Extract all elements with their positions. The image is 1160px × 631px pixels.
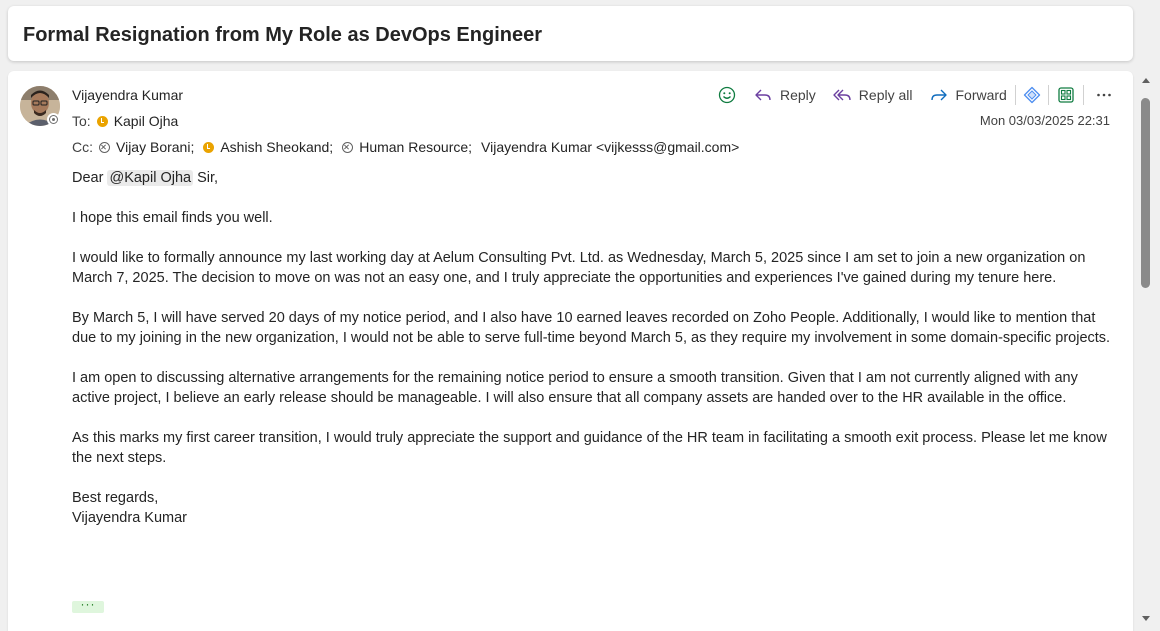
message-body: Dear @Kapil Ojha Sir, I hope this email … [72,168,1112,528]
recipient-name: Vijay Borani; [116,139,195,155]
sent-date: Mon 03/03/2025 22:31 [979,113,1110,128]
forward-icon [929,85,949,105]
recipient-name: Human Resource; [359,139,473,155]
reply-all-icon [832,85,852,105]
offline-status-icon [99,141,110,153]
away-status-icon [203,141,215,153]
apps-button[interactable] [1056,85,1076,105]
toolbar-divider [1014,85,1016,105]
more-actions-button[interactable] [1094,85,1114,105]
recipient-name: Vijayendra Kumar <vijkesss@gmail.com> [481,139,740,155]
greeting-prefix: Dear [72,170,108,186]
subject-header: Formal Resignation from My Role as DevOp… [8,6,1133,61]
away-status-icon [96,115,108,127]
body-paragraph: As this marks my first career transition… [72,430,1107,466]
greeting-suffix: Sir, [193,170,219,186]
cc-recipient[interactable]: Ashish Sheokand; [203,139,333,155]
to-recipient[interactable]: Kapil Ojha [96,113,179,129]
cc-recipient[interactable]: Vijay Borani; [99,139,194,155]
closing: Best regards, [72,490,159,506]
to-label: To: [72,113,91,129]
message-actions: Reply Reply all Forward [717,84,1114,106]
body-paragraph: I would like to formally announce my las… [72,250,1086,286]
reply-icon [753,85,773,105]
scroll-up-arrow-icon[interactable] [1142,78,1150,83]
more-icon [1094,85,1114,105]
copilot-icon [1022,85,1042,105]
forward-label: Forward [955,87,1007,103]
reply-all-label: Reply all [858,87,913,103]
mention-kapil-ojha[interactable]: @Kapil Ojha [107,170,194,186]
offline-status-icon [342,141,354,153]
copilot-button[interactable] [1022,85,1042,105]
cc-label: Cc: [72,139,93,155]
apps-icon [1056,85,1076,105]
vertical-scrollbar[interactable] [1138,71,1155,623]
reply-all-button[interactable]: Reply all [832,85,913,105]
email-subject: Formal Resignation from My Role as DevOp… [23,24,543,46]
cc-recipient[interactable]: Vijayendra Kumar <vijkesss@gmail.com> [481,139,739,155]
sender-name[interactable]: Vijayendra Kumar [72,87,183,103]
emoji-reaction-button[interactable] [717,85,737,105]
cc-recipient[interactable]: Human Resource; [342,139,472,155]
body-paragraph: By March 5, I will have served 20 days o… [72,310,1111,346]
cc-line: Cc: Vijay Borani; Ashish Sheokand; Human… [72,139,748,155]
show-trimmed-content-button[interactable]: ··· [72,598,104,613]
to-line: To: Kapil Ojha [72,113,187,129]
recipient-name: Kapil Ojha [113,113,179,129]
sender-presence-icon [47,113,60,126]
forward-button[interactable]: Forward [929,85,1007,105]
recipient-name: Ashish Sheokand; [220,139,334,155]
greeting: Dear @Kapil Ojha Sir, [72,168,1112,188]
emoji-icon [717,85,737,105]
scroll-thumb[interactable] [1141,98,1150,288]
body-paragraph: I am open to discussing alternative arra… [72,370,1078,406]
signature: Vijayendra Kumar [72,510,187,526]
toolbar-divider [1047,85,1049,105]
toolbar-divider [1082,85,1084,105]
scroll-down-arrow-icon[interactable] [1142,616,1150,621]
reply-button[interactable]: Reply [753,85,816,105]
body-paragraph: I hope this email finds you well. [72,210,273,226]
reply-label: Reply [780,87,816,103]
